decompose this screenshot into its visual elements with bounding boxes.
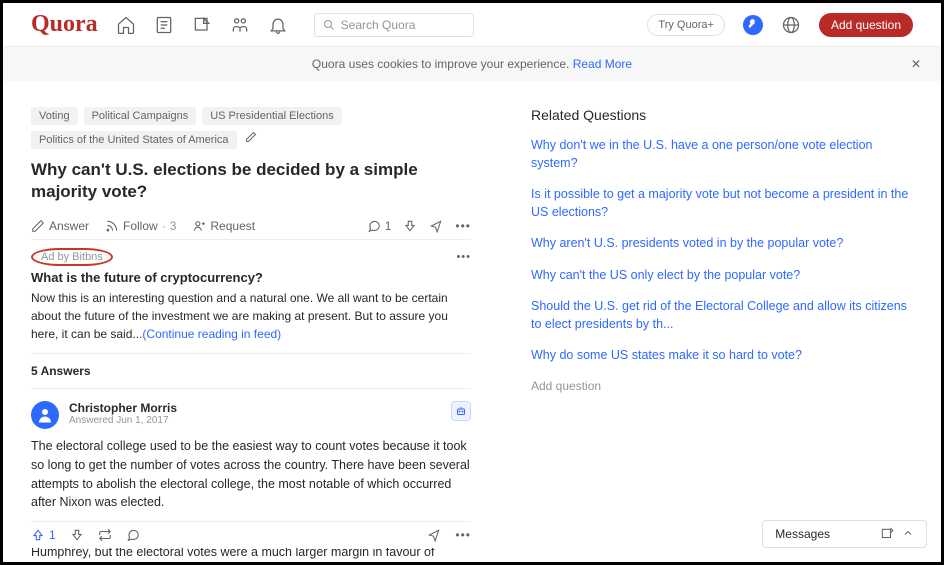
tag[interactable]: Politics of the United States of America xyxy=(31,131,237,149)
question-title: Why can't U.S. elections be decided by a… xyxy=(31,159,471,203)
messages-label: Messages xyxy=(775,527,830,541)
tag[interactable]: US Presidential Elections xyxy=(202,107,342,125)
repost-icon[interactable] xyxy=(98,528,112,542)
tag[interactable]: Voting xyxy=(31,107,78,125)
search-placeholder: Search Quora xyxy=(341,18,416,32)
related-question-link[interactable]: Why aren't U.S. presidents voted in by t… xyxy=(531,235,913,253)
related-question-link[interactable]: Is it possible to get a majority vote bu… xyxy=(531,186,913,221)
downvote-button[interactable] xyxy=(70,528,84,542)
bot-badge-icon[interactable] xyxy=(451,401,471,421)
main-column: Voting Political Campaigns US Presidenti… xyxy=(31,107,471,565)
answer-more-icon[interactable]: ••• xyxy=(455,528,471,542)
comment-button[interactable] xyxy=(126,528,140,542)
related-sidebar: Related Questions Why don't we in the U.… xyxy=(531,107,913,565)
answer-action-bar: 1 ••• xyxy=(31,521,471,548)
rss-icon xyxy=(105,219,119,233)
cookie-text: Quora uses cookies to improve your exper… xyxy=(312,57,573,71)
ad-title[interactable]: What is the future of cryptocurrency? xyxy=(31,270,471,285)
home-icon[interactable] xyxy=(116,15,136,35)
close-icon[interactable]: ✕ xyxy=(911,57,921,71)
sidebar-add-question[interactable]: Add question xyxy=(531,379,913,393)
profile-avatar[interactable] xyxy=(743,15,763,35)
related-question-link[interactable]: Should the U.S. get rid of the Electoral… xyxy=(531,298,913,333)
share-icon[interactable] xyxy=(429,219,443,233)
search-input[interactable]: Search Quora xyxy=(314,13,474,37)
spaces-icon[interactable] xyxy=(230,15,250,35)
ad-body: Now this is an interesting question and … xyxy=(31,289,471,354)
related-question-link[interactable]: Why can't the US only elect by the popul… xyxy=(531,267,913,285)
quora-logo[interactable]: Quora xyxy=(31,11,98,38)
upvote-button[interactable]: 1 xyxy=(31,528,56,542)
top-header: Quora Search Quora Try Quora+ Add questi… xyxy=(3,3,941,47)
expand-messages-icon[interactable] xyxy=(902,527,914,541)
cookie-banner: Quora uses cookies to improve your exper… xyxy=(3,47,941,81)
try-quora-plus-button[interactable]: Try Quora+ xyxy=(647,14,725,36)
related-heading: Related Questions xyxy=(531,107,913,123)
comments-button[interactable]: 1 xyxy=(367,219,392,233)
follow-button[interactable]: Follow·3 xyxy=(105,219,176,233)
comment-icon xyxy=(367,219,381,233)
ad-label: Ad by Bitbns xyxy=(31,248,113,266)
edit-topics-icon[interactable] xyxy=(245,131,257,149)
answer-author[interactable]: Christopher Morris xyxy=(69,401,177,415)
share-button[interactable] xyxy=(427,528,441,542)
request-icon xyxy=(192,219,206,233)
topic-tags: Voting Political Campaigns US Presidenti… xyxy=(31,107,471,149)
following-icon[interactable] xyxy=(154,15,174,35)
answer-avatar[interactable] xyxy=(31,401,59,429)
answers-count: 5 Answers xyxy=(31,354,471,388)
pencil-icon xyxy=(31,219,45,233)
search-icon xyxy=(323,19,335,31)
add-question-button[interactable]: Add question xyxy=(819,13,913,37)
globe-icon[interactable] xyxy=(781,15,801,35)
new-message-icon[interactable] xyxy=(880,527,894,541)
answer-date: Answered Jun 1, 2017 xyxy=(69,415,177,426)
messages-widget[interactable]: Messages xyxy=(762,520,927,548)
answer-button[interactable]: Answer xyxy=(31,219,89,233)
related-question-link[interactable]: Why don't we in the U.S. have a one pers… xyxy=(531,137,913,172)
notifications-icon[interactable] xyxy=(268,15,288,35)
request-button[interactable]: Request xyxy=(192,219,255,233)
related-question-link[interactable]: Why do some US states make it so hard to… xyxy=(531,347,913,365)
more-icon[interactable]: ••• xyxy=(455,219,471,233)
tag[interactable]: Political Campaigns xyxy=(84,107,197,125)
question-actions: Answer Follow·3 Request 1 ••• xyxy=(31,213,471,240)
cookie-read-more-link[interactable]: Read More xyxy=(573,57,632,71)
downvote-icon[interactable] xyxy=(403,219,417,233)
ad-more-icon[interactable]: ••• xyxy=(456,251,471,263)
answer-icon[interactable] xyxy=(192,15,212,35)
continue-reading-link[interactable]: (Continue reading in feed) xyxy=(142,327,281,341)
